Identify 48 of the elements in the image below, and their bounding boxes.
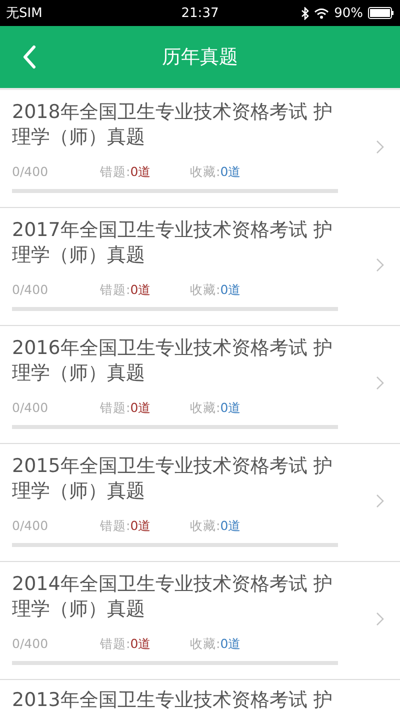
paper-title: 2013年全国卫生专业技术资格考试 护: [12, 690, 334, 710]
page-title: 历年真题: [162, 45, 238, 70]
progress-count: 0/400: [12, 518, 50, 535]
favorite-label: 收藏:: [190, 164, 220, 179]
wrong-label: 错题:: [100, 164, 130, 179]
carrier-text: 无SIM: [6, 5, 42, 22]
wrong-label: 错题:: [100, 518, 130, 533]
paper-title: 2017年全国卫生专业技术资格考试 护理学（师）真题: [12, 218, 334, 268]
paper-title: 2015年全国卫生专业技术资格考试 护理学（师）真题: [12, 454, 334, 504]
chevron-right-icon: [376, 376, 384, 390]
exam-paper-item[interactable]: 2015年全国卫生专业技术资格考试 护理学（师）真题 0/400 错题:0道 收藏:0道: [0, 444, 400, 562]
chevron-right-icon: [376, 140, 384, 154]
paper-title: 2018年全国卫生专业技术资格考试 护理学（师）真题: [12, 100, 334, 150]
paper-title: 2016年全国卫生专业技术资格考试 护理学（师）真题: [12, 336, 334, 386]
wrong-label: 错题:: [100, 282, 130, 297]
exam-paper-item[interactable]: 2017年全国卫生专业技术资格考试 护理学（师）真题 0/400 错题:0道 收藏:0道: [0, 208, 400, 326]
wrong-count: 0道: [130, 164, 152, 179]
paper-title: 2014年全国卫生专业技术资格考试 护理学（师）真题: [12, 572, 334, 622]
battery-text: 90%: [334, 6, 363, 20]
favorite-count: 0道: [220, 518, 242, 533]
exam-paper-item[interactable]: 2016年全国卫生专业技术资格考试 护理学（师）真题 0/400 错题:0道 收藏:0道: [0, 326, 400, 444]
wrong-label: 错题:: [100, 636, 130, 651]
bluetooth-icon: [301, 6, 310, 20]
favorite-count: 0道: [220, 400, 242, 415]
wifi-icon: [314, 8, 330, 18]
progress-count: 0/400: [12, 282, 50, 299]
chevron-right-icon: [376, 494, 384, 508]
battery-icon: [368, 7, 394, 19]
favorite-label: 收藏:: [190, 282, 220, 297]
favorite-count: 0道: [220, 282, 242, 297]
wrong-label: 错题:: [100, 400, 130, 415]
favorite-count: 0道: [220, 636, 242, 651]
wrong-count: 0道: [130, 400, 152, 415]
progress-count: 0/400: [12, 636, 50, 653]
wrong-count: 0道: [130, 518, 152, 533]
chevron-right-icon: [376, 258, 384, 272]
progress-count: 0/400: [12, 164, 50, 181]
favorite-label: 收藏:: [190, 518, 220, 533]
favorite-count: 0道: [220, 164, 242, 179]
wrong-count: 0道: [130, 282, 152, 297]
exam-paper-item[interactable]: 2018年全国卫生专业技术资格考试 护理学（师）真题 0/400 错题:0道 收藏:0道: [0, 90, 400, 208]
favorite-label: 收藏:: [190, 400, 220, 415]
chevron-right-icon: [376, 612, 384, 626]
progress-count: 0/400: [12, 400, 50, 417]
wrong-count: 0道: [130, 636, 152, 651]
favorite-label: 收藏:: [190, 636, 220, 651]
exam-paper-item[interactable]: 2014年全国卫生专业技术资格考试 护理学（师）真题 0/400 错题:0道 收藏:0道: [0, 562, 400, 680]
clock-text: 21:37: [181, 6, 219, 20]
